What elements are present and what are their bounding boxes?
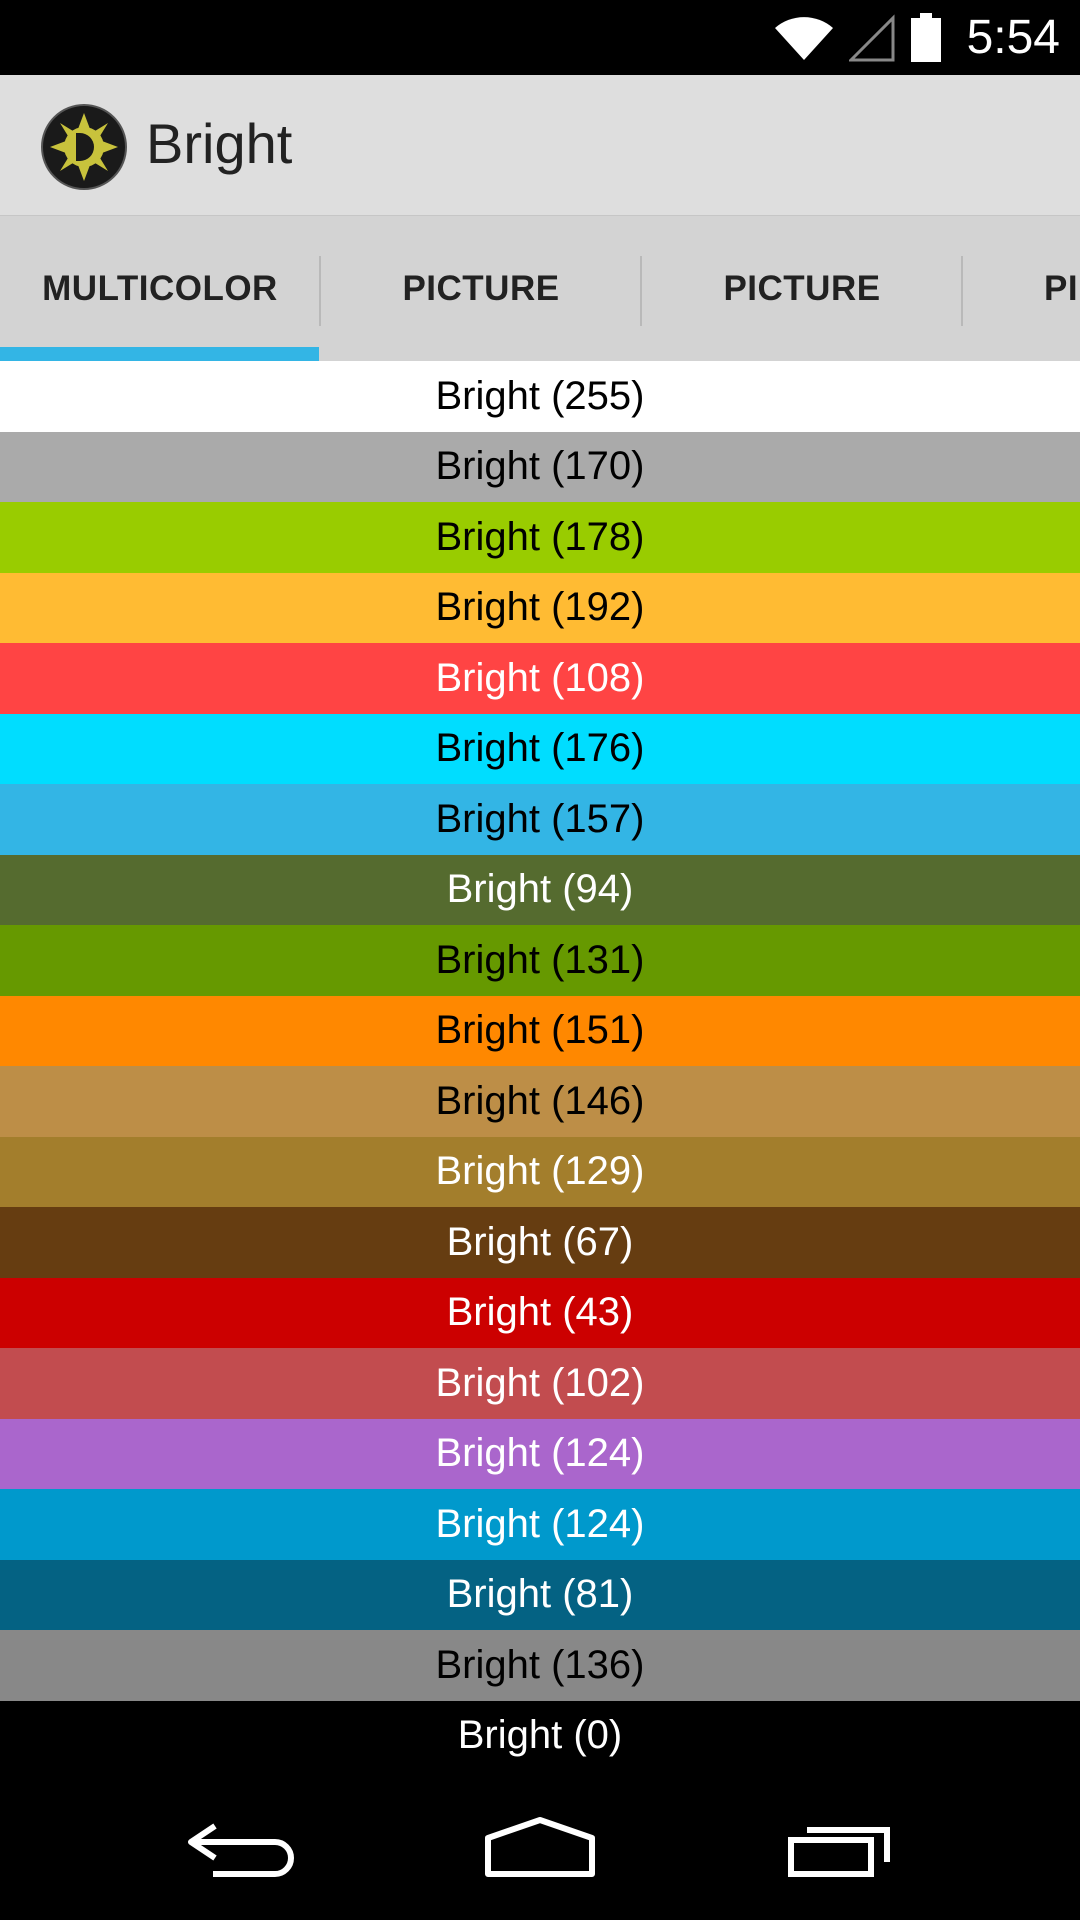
list-item[interactable]: Bright (151) — [0, 995, 1080, 1066]
tab-bar: MULTICOLOR PICTURE PICTURE PI — [0, 215, 1080, 362]
action-bar: Bright — [0, 75, 1080, 215]
list-item[interactable]: Bright (136) — [0, 1630, 1080, 1701]
color-list[interactable]: Bright (255) Bright (170) Bright (178) Brig… — [0, 361, 1080, 1771]
list-item[interactable]: Bright (102) — [0, 1348, 1080, 1419]
clock: 5:54 — [966, 11, 1060, 64]
list-item[interactable]: Bright (170) — [0, 431, 1080, 502]
list-item[interactable]: Bright (43) — [0, 1277, 1080, 1348]
signal-icon — [848, 13, 895, 61]
list-item[interactable]: Bright (176) — [0, 713, 1080, 784]
list-item[interactable]: Bright (157) — [0, 784, 1080, 855]
home-icon — [485, 1816, 595, 1877]
list-item[interactable]: Bright (178) — [0, 502, 1080, 573]
selected-tab-indicator — [0, 347, 319, 362]
tab-multicolor[interactable]: MULTICOLOR — [0, 216, 320, 362]
app-title: Bright — [146, 112, 293, 175]
recents-button[interactable] — [740, 1775, 940, 1920]
status-bar: 5:54 — [0, 0, 1080, 75]
app-logo-icon[interactable] — [40, 103, 128, 191]
list-item[interactable]: Bright (124) — [0, 1418, 1080, 1489]
list-item[interactable]: Bright (255) — [0, 361, 1080, 432]
navigation-bar — [0, 1775, 1080, 1920]
list-item[interactable]: Bright (81) — [0, 1559, 1080, 1630]
wifi-icon — [774, 16, 833, 60]
status-icons: 5:54 — [773, 0, 1060, 75]
tab-picture-1[interactable]: PICTURE — [321, 216, 641, 362]
list-item[interactable]: Bright (124) — [0, 1489, 1080, 1560]
list-item[interactable]: Bright (146) — [0, 1066, 1080, 1137]
home-button[interactable] — [440, 1775, 640, 1920]
back-button[interactable] — [140, 1775, 340, 1920]
list-item[interactable]: Bright (67) — [0, 1207, 1080, 1278]
list-item[interactable]: Bright (94) — [0, 854, 1080, 925]
list-item[interactable]: Bright (131) — [0, 925, 1080, 996]
recents-icon — [788, 1826, 890, 1877]
back-icon — [188, 1823, 294, 1877]
list-item[interactable]: Bright (129) — [0, 1136, 1080, 1207]
battery-icon — [910, 12, 941, 62]
list-item[interactable]: Bright (108) — [0, 643, 1080, 714]
list-item[interactable]: Bright (0) — [0, 1700, 1080, 1771]
tab-picture-2[interactable]: PICTURE — [642, 216, 962, 362]
list-item[interactable]: Bright (192) — [0, 572, 1080, 643]
tab-picture-3-partial[interactable]: PI — [963, 216, 1080, 362]
